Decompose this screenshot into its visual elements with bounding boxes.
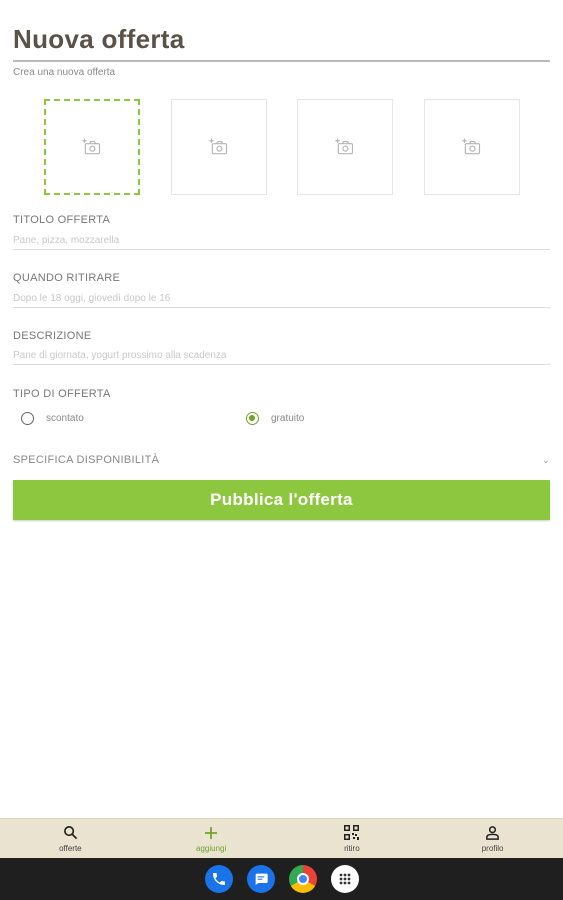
photo-slot-4[interactable] [424,99,520,195]
description-input[interactable] [13,347,550,365]
nav-label: ritiro [344,843,360,853]
nav-item-offerte[interactable]: offerte [0,819,141,858]
page-title: Nuova offerta [13,24,185,54]
nav-label: aggiungi [196,843,227,853]
page-subtitle: Crea una nuova offerta [13,67,116,78]
offer-type-label: TIPO DI OFFERTA [13,388,111,400]
radio-scontato[interactable]: scontato [21,412,84,425]
app-drawer-icon[interactable] [330,865,359,893]
search-icon [62,825,78,841]
nav-item-profilo[interactable]: profilo [422,819,563,858]
availability-label: SPECIFICA DISPONIBILITÀ [13,454,160,466]
publish-offer-button[interactable]: Pubblica l'offerta [13,480,550,520]
add-photo-icon [209,138,228,155]
chevron-down-icon: ⌄ [541,454,550,466]
description-label: DESCRIZIONE [13,330,92,342]
radio-label: scontato [46,413,84,424]
add-photo-icon [335,138,354,155]
qr-code-icon [344,825,360,841]
radio-label: gratuito [271,413,305,424]
messages-icon[interactable] [246,865,275,893]
offer-title-label: TITOLO OFFERTA [13,214,111,226]
add-photo-icon [82,138,101,155]
nav-item-aggiungi[interactable]: aggiungi [141,819,282,858]
photo-slot-1[interactable] [44,99,140,195]
offer-title-input[interactable] [13,232,550,250]
photo-slot-2[interactable] [171,99,267,195]
nav-label: profilo [481,843,504,853]
radio-circle-checked [246,412,259,425]
nav-item-ritiro[interactable]: ritiro [282,819,423,858]
bottom-navigation: offerte aggiungi ritiro profilo [0,818,563,858]
pickup-time-label: QUANDO RITIRARE [13,272,121,284]
radio-circle-unchecked [21,412,34,425]
chrome-center-icon [296,873,309,885]
person-icon [485,825,501,841]
add-photo-icon [462,138,481,155]
plus-icon [203,825,219,841]
nav-label: offerte [59,843,82,853]
radio-gratuito[interactable]: gratuito [246,412,304,425]
system-dock [0,858,563,900]
chrome-icon[interactable] [288,865,317,893]
phone-icon[interactable] [204,865,233,893]
photo-slot-3[interactable] [297,99,393,195]
title-divider [13,60,550,62]
pickup-time-input[interactable] [13,290,550,308]
availability-dropdown[interactable]: SPECIFICA DISPONIBILITÀ ⌄ [13,451,550,469]
